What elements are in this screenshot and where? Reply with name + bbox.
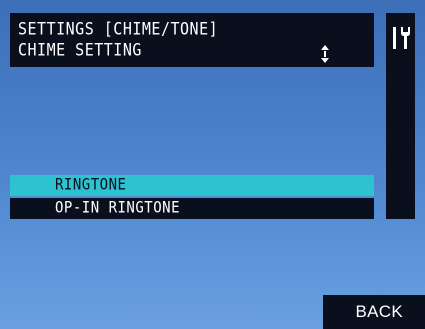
back-button[interactable]: BACK: [323, 295, 425, 329]
menu-item-op-in-ringtone[interactable]: OP-IN RINGTONE: [10, 198, 374, 219]
menu-item-ringtone[interactable]: RINGTONE: [10, 175, 374, 196]
up-down-arrows-icon[interactable]: [320, 45, 330, 63]
menu-item-label: OP-IN RINGTONE: [55, 198, 181, 217]
side-panel: [386, 13, 415, 219]
title-bar: SETTINGS [CHIME/TONE] CHIME SETTING: [10, 13, 374, 67]
menu-item-label: RINGTONE: [55, 175, 127, 194]
tools-icon[interactable]: [391, 27, 411, 49]
